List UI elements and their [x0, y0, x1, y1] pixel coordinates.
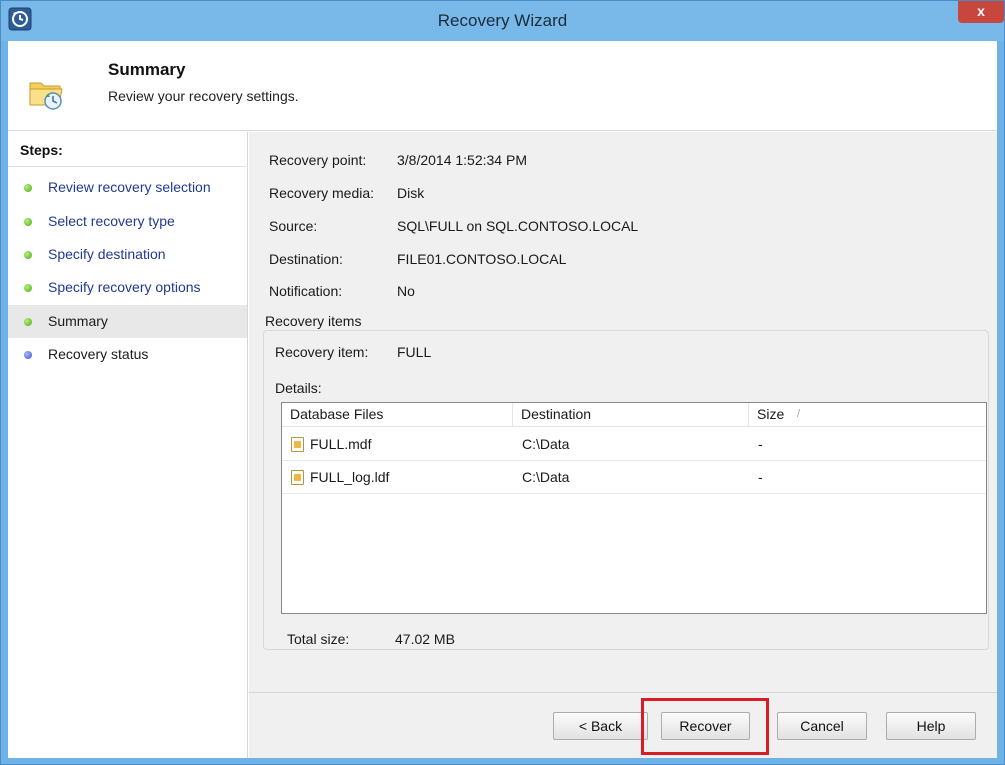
column-database-files[interactable]: Database Files: [282, 403, 513, 427]
help-button[interactable]: Help: [886, 712, 976, 740]
recovery-item-label: Recovery item:: [275, 344, 369, 360]
recover-highlight-box: [641, 698, 769, 755]
summary-panel: Recovery point: 3/8/2014 1:52:34 PM Reco…: [249, 132, 997, 692]
step-label: Recovery status: [48, 346, 149, 362]
sort-indicator-icon: /: [797, 408, 801, 420]
step-label: Select recovery type: [48, 213, 175, 229]
recovery-media-value: Disk: [397, 185, 425, 201]
step-label: Specify destination: [48, 246, 166, 262]
notification-value: No: [397, 283, 415, 299]
file-name-cell: FULL.mdf: [310, 436, 372, 452]
step-complete-icon: [24, 184, 32, 192]
destination-cell: C:\Data: [522, 436, 570, 452]
steps-heading: Steps:: [20, 142, 63, 158]
recovery-point-label: Recovery point:: [269, 152, 367, 168]
total-size-value: 47.02 MB: [395, 631, 455, 647]
list-header: Database Files Destination Size /: [282, 403, 986, 427]
destination-value: FILE01.CONTOSO.LOCAL: [397, 251, 567, 267]
details-label: Details:: [275, 380, 322, 396]
recovery-point-value: 3/8/2014 1:52:34 PM: [397, 152, 527, 168]
destination-label: Destination:: [269, 251, 343, 267]
title-bar: Recovery Wizard x: [1, 1, 1004, 41]
step-recovery-status: Recovery status: [8, 338, 247, 371]
step-label: Specify recovery options: [48, 279, 201, 295]
step-pending-icon: [24, 351, 32, 359]
page-title: Summary: [108, 60, 186, 79]
database-file-icon: [291, 470, 304, 485]
step-specify-recovery-options[interactable]: Specify recovery options: [8, 271, 247, 304]
source-value: SQL\FULL on SQL.CONTOSO.LOCAL: [397, 218, 639, 234]
window-title: Recovery Wizard: [437, 11, 568, 30]
file-name-cell: FULL_log.ldf: [310, 469, 390, 485]
step-select-recovery-type[interactable]: Select recovery type: [8, 205, 247, 238]
database-files-list[interactable]: Database Files Destination Size / FULL.m…: [281, 402, 987, 614]
close-button[interactable]: x: [958, 1, 1004, 23]
notification-label: Notification:: [269, 283, 343, 299]
back-button[interactable]: < Back: [553, 712, 648, 740]
total-size-label: Total size:: [287, 631, 350, 647]
recovery-items-legend: Recovery items: [261, 313, 366, 329]
step-complete-icon: [24, 218, 32, 226]
column-destination[interactable]: Destination: [513, 403, 749, 427]
step-specify-destination[interactable]: Specify destination: [8, 238, 247, 271]
page-subtitle: Review your recovery settings.: [108, 88, 299, 104]
step-label: Review recovery selection: [48, 179, 211, 195]
recovery-item-value: FULL: [397, 344, 432, 360]
folder-recovery-icon: [29, 82, 63, 110]
recovery-wizard-window: Recovery Wizard x Summary Review your re…: [0, 0, 1005, 765]
size-cell: -: [758, 436, 763, 452]
destination-cell: C:\Data: [522, 469, 570, 485]
steps-divider: [8, 166, 248, 167]
step-summary[interactable]: Summary: [8, 305, 247, 338]
column-size[interactable]: Size: [749, 403, 985, 427]
source-label: Source:: [269, 218, 318, 234]
step-label: Summary: [48, 313, 108, 329]
table-row[interactable]: FULL.mdf C:\Data -: [282, 428, 986, 461]
recovery-media-label: Recovery media:: [269, 185, 375, 201]
steps-panel: Steps: Review recovery selection Select …: [8, 132, 248, 758]
step-complete-icon: [24, 318, 32, 326]
step-complete-icon: [24, 251, 32, 259]
database-file-icon: [291, 437, 304, 452]
table-row[interactable]: FULL_log.ldf C:\Data -: [282, 461, 986, 494]
wizard-client-area: Summary Review your recovery settings. S…: [8, 41, 997, 758]
wizard-footer: < Back Recover Cancel Help: [249, 692, 997, 758]
size-cell: -: [758, 469, 763, 485]
wizard-header: Summary Review your recovery settings.: [8, 41, 997, 131]
step-complete-icon: [24, 284, 32, 292]
cancel-button[interactable]: Cancel: [777, 712, 867, 740]
step-review-recovery-selection[interactable]: Review recovery selection: [8, 171, 247, 204]
